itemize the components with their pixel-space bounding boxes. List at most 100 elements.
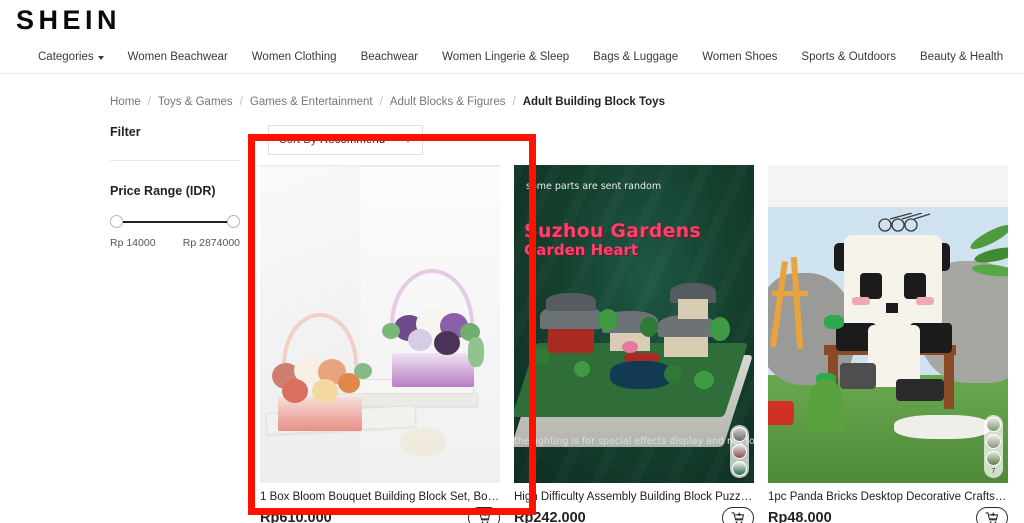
product-listing: Sort By Recommend 1 Box Bloom Bouquet Bu…: [260, 125, 1024, 523]
nav-label: Bags & Luggage: [593, 50, 679, 63]
nav-item-home-kitchen[interactable]: Home & Kitchen: [1015, 51, 1024, 63]
chevron-down-icon: [97, 55, 104, 60]
nav-label: Women Clothing: [251, 50, 337, 63]
slider-handle-min[interactable]: [110, 215, 123, 228]
nav-label: Women Lingerie & Sleep: [442, 50, 570, 63]
basket-handle: [282, 313, 358, 365]
nav-label: Sports & Outdoors: [801, 50, 897, 63]
product-card[interactable]: some parts are sent random Suzhou Garden…: [514, 165, 754, 523]
model-tower: [678, 299, 708, 319]
add-to-cart-icon: [731, 512, 745, 523]
nav-item-beauty-health[interactable]: Beauty & Health: [908, 51, 1015, 63]
add-to-cart-button[interactable]: [722, 507, 754, 523]
nav-label: Beachwear: [360, 50, 419, 63]
image-letterbox-top: [768, 165, 1008, 207]
panda-cheek: [916, 297, 934, 305]
add-to-cart-button[interactable]: [468, 507, 500, 523]
image-caption-random-parts: some parts are sent random: [526, 181, 662, 192]
product-title[interactable]: 1 Box Bloom Bouquet Building Block Set, …: [260, 491, 500, 503]
color-swatch[interactable]: [986, 451, 1001, 466]
color-swatch[interactable]: [986, 434, 1001, 449]
decor-bamboo: [772, 291, 808, 296]
price-range-values: Rp 14000 Rp 2874000: [110, 237, 240, 249]
breadcrumb-item-home[interactable]: Home: [110, 96, 141, 108]
shein-logo[interactable]: SHEIN: [16, 6, 121, 34]
model-tree: [710, 317, 730, 341]
page-content: Filter Price Range (IDR) Rp 14000 Rp 287…: [0, 125, 1024, 523]
chevron-down-icon: [404, 137, 412, 143]
model-tree: [532, 347, 550, 365]
color-swatch[interactable]: [986, 417, 1001, 432]
sort-by-dropdown[interactable]: Sort By Recommend: [268, 125, 423, 155]
flower: [282, 379, 308, 403]
filter-divider: [110, 160, 240, 161]
product-image-panda[interactable]: 7: [768, 165, 1008, 483]
model-tree: [574, 361, 590, 377]
decor-bamboo-leaf: [824, 315, 844, 329]
panda-foot: [840, 363, 876, 389]
breadcrumb-item-games-entertainment[interactable]: Games & Entertainment: [250, 96, 373, 108]
decor-wire-loops: [878, 213, 931, 232]
nav-item-women-beachwear[interactable]: Women Beachwear: [116, 51, 240, 63]
nav-label: Categories: [38, 50, 94, 63]
breadcrumb-item-current: Adult Building Block Toys: [522, 96, 665, 108]
image-subtitle-garden-heart: Garden Heart: [524, 241, 639, 259]
sort-by-prefix: Sort By: [279, 134, 317, 146]
breadcrumb: Home / Toys & Games / Games & Entertainm…: [0, 74, 1024, 108]
product-image-suzhou-gardens[interactable]: some parts are sent random Suzhou Garden…: [514, 165, 754, 483]
foliage: [354, 363, 372, 379]
color-swatch-count: 7: [991, 468, 996, 475]
bouquet-pink: [268, 313, 380, 441]
model-bridge: [624, 353, 660, 361]
add-to-cart-icon: [985, 512, 999, 523]
nav-item-beachwear[interactable]: Beachwear: [349, 51, 431, 63]
model-blossom: [622, 341, 638, 353]
site-header: SHEIN: [0, 0, 1024, 40]
color-swatch[interactable]: [732, 444, 747, 459]
sort-by-text: Sort By Recommend: [279, 134, 385, 146]
flower: [408, 329, 432, 351]
price-min-value: Rp 14000: [110, 237, 156, 249]
product-image-bouquet[interactable]: [260, 165, 500, 483]
product-card[interactable]: 1 Box Bloom Bouquet Building Block Set, …: [260, 165, 500, 523]
breadcrumb-separator: /: [147, 96, 151, 108]
color-swatch[interactable]: [732, 461, 747, 476]
model-roof: [546, 293, 596, 311]
product-price: Rp242.000: [514, 510, 586, 523]
nav-item-categories[interactable]: Categories: [26, 51, 116, 63]
product-price-row: Rp610.000: [260, 507, 500, 523]
image-caption-lighting-disclaimer: the lighting is for special effects disp…: [514, 436, 754, 447]
slider-track: [116, 221, 234, 223]
nav-item-sports-outdoors[interactable]: Sports & Outdoors: [789, 51, 908, 63]
decor-berries: [400, 427, 446, 457]
bouquet-purple: [378, 265, 488, 390]
breadcrumb-item-toys-games[interactable]: Toys & Games: [158, 96, 233, 108]
product-title[interactable]: 1pc Panda Bricks Desktop Decorative Craf…: [768, 491, 1008, 503]
color-swatch-list[interactable]: 7: [984, 415, 1003, 478]
nav-item-women-lingerie-sleep[interactable]: Women Lingerie & Sleep: [430, 51, 581, 63]
nav-item-bags-luggage[interactable]: Bags & Luggage: [581, 51, 690, 63]
nav-item-women-shoes[interactable]: Women Shoes: [690, 51, 789, 63]
breadcrumb-item-adult-blocks-figures[interactable]: Adult Blocks & Figures: [390, 96, 506, 108]
add-to-cart-button[interactable]: [976, 507, 1008, 523]
color-swatch-list[interactable]: [730, 425, 749, 478]
slider-handle-max[interactable]: [227, 215, 240, 228]
panda-nose: [886, 303, 898, 313]
breadcrumb-separator: /: [239, 96, 243, 108]
price-max-value: Rp 2874000: [182, 237, 240, 249]
product-card[interactable]: 7 1pc Panda Bricks Desktop Decorative Cr…: [768, 165, 1008, 523]
decor-grass-tuft: [808, 379, 844, 431]
product-title[interactable]: High Difficulty Assembly Building Block …: [514, 491, 754, 503]
nav-label: Women Shoes: [702, 50, 778, 63]
product-price: Rp610.000: [260, 510, 332, 523]
color-swatch[interactable]: [732, 427, 747, 442]
sort-by-value: Recommend: [319, 134, 386, 146]
decor-red-block: [768, 401, 794, 425]
price-range-slider[interactable]: [110, 213, 240, 231]
product-price: Rp48.000: [768, 510, 832, 523]
model-tree: [664, 365, 682, 383]
product-price-row: Rp48.000: [768, 507, 1008, 523]
nav-item-women-clothing[interactable]: Women Clothing: [240, 51, 349, 63]
panda-foot: [896, 379, 944, 401]
panda-head: [844, 235, 942, 329]
